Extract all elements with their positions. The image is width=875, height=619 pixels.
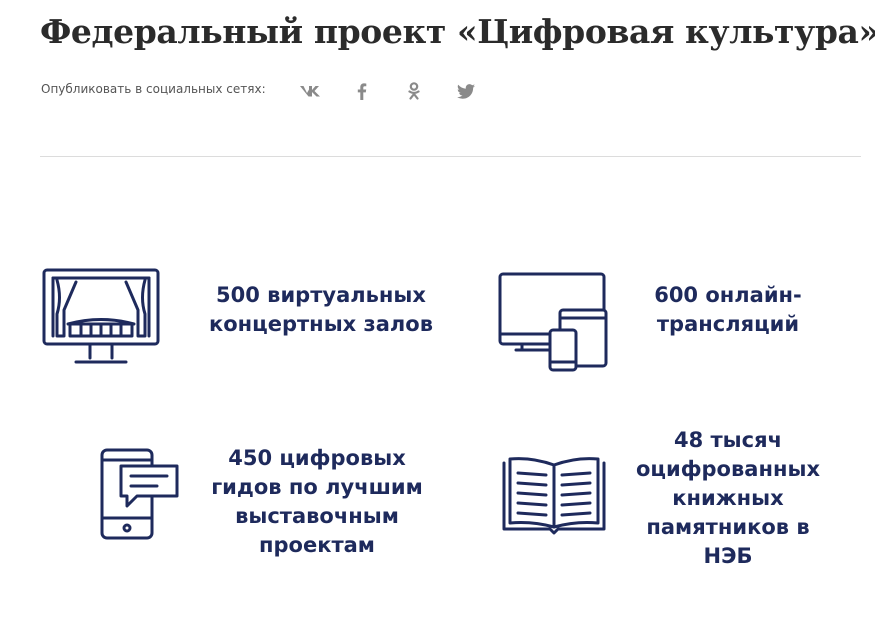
stat-digitized-books: 48 тысяч оцифрованных книжных памятников…: [635, 428, 821, 568]
share-vk-button[interactable]: [284, 78, 336, 104]
share-bar: Опубликовать в социальных сетях:: [41, 78, 492, 104]
twitter-icon: [456, 83, 475, 99]
page-title: Федеральный проект «Цифровая культура»: [40, 12, 875, 51]
share-twitter-button[interactable]: [440, 78, 492, 104]
theater-screen-icon: [40, 266, 162, 370]
section-divider: [40, 156, 861, 157]
stat-digital-guides: 450 цифровых гидов по лучшим выставочным…: [211, 446, 423, 557]
devices-icon: [496, 270, 612, 374]
stat-online-broadcasts: 600 онлайн- трансляций: [654, 283, 802, 336]
share-label: Опубликовать в социальных сетях:: [41, 82, 266, 96]
vk-icon: [299, 84, 321, 98]
open-book-icon: [500, 455, 608, 535]
share-odnoklassniki-button[interactable]: [388, 78, 440, 104]
share-facebook-button[interactable]: [336, 78, 388, 104]
odnoklassniki-icon: [408, 82, 420, 100]
stat-concert-halls: 500 виртуальных концертных залов: [208, 283, 434, 336]
phone-chat-icon: [97, 446, 183, 542]
facebook-icon: [357, 82, 367, 100]
